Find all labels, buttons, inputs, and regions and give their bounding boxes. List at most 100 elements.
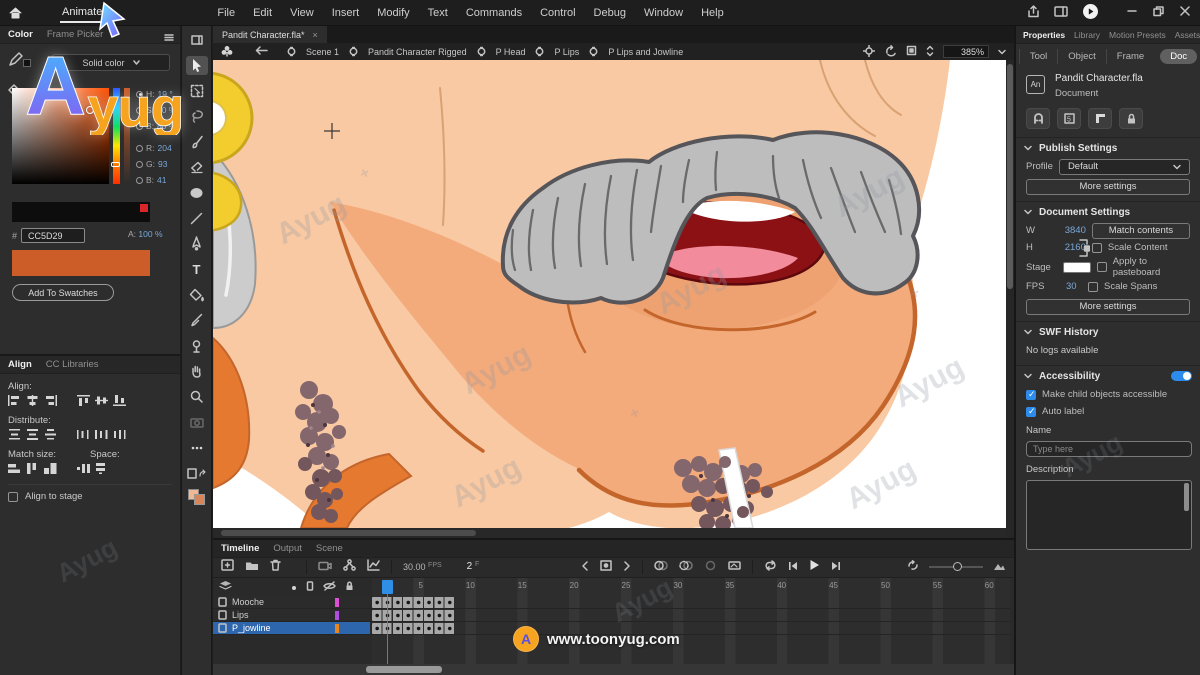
edit-multiple-frames-icon[interactable]: [704, 558, 717, 576]
color-mode-radio[interactable]: [136, 107, 143, 114]
hex-input[interactable]: CC5D29: [21, 228, 85, 243]
color-mode-radio[interactable]: [136, 123, 143, 130]
share-icon[interactable]: [1027, 5, 1040, 21]
scale-spans-checkbox[interactable]: [1088, 282, 1098, 292]
timeline-horizontal-scrollbar[interactable]: [213, 664, 1014, 675]
properties-panel-tab[interactable]: Assets: [1175, 30, 1200, 40]
collapse-chevron-icon[interactable]: [1024, 209, 1032, 215]
distribute-bottom-icon[interactable]: [44, 429, 57, 443]
menu-item[interactable]: Commands: [457, 3, 531, 23]
make-child-accessible-checkbox[interactable]: [1026, 390, 1036, 400]
stage-horizontal-scrollbar[interactable]: [213, 528, 1006, 538]
align-panel-tab[interactable]: CC Libraries: [46, 359, 99, 370]
expand-corner-icon[interactable]: [1088, 108, 1112, 129]
publish-more-settings-button[interactable]: More settings: [1026, 179, 1190, 195]
properties-subtab[interactable]: Frame: [1106, 49, 1154, 64]
layer-meta[interactable]: Mooche: [213, 596, 370, 608]
reset-timeline-zoom-icon[interactable]: [907, 558, 919, 576]
fill-stroke-color-chips[interactable]: [188, 489, 206, 505]
restore-button[interactable]: [1153, 6, 1164, 20]
align-center-horizontal-icon[interactable]: [26, 395, 39, 409]
lock-icon[interactable]: [1119, 108, 1143, 129]
layer-color-chip[interactable]: [335, 611, 339, 620]
timeline-tab[interactable]: Scene: [316, 543, 343, 554]
create-classic-tween-icon[interactable]: [728, 558, 741, 576]
camera-icon[interactable]: [318, 558, 332, 576]
collapse-chevron-icon[interactable]: [1024, 329, 1032, 335]
color-mode-radio[interactable]: [136, 161, 143, 168]
eraser-tool[interactable]: [186, 158, 208, 177]
properties-panel-tab[interactable]: Properties: [1023, 30, 1065, 40]
brush-tool[interactable]: [186, 132, 208, 151]
collapse-chevron-icon[interactable]: [1024, 145, 1032, 151]
space-horizontal-icon[interactable]: [77, 463, 90, 477]
breadcrumb-item[interactable]: P Lips and Jowline: [588, 46, 683, 57]
show-all-layers-icon[interactable]: [291, 578, 297, 596]
align-right-icon[interactable]: [44, 395, 57, 409]
color-panel-tab[interactable]: Color: [8, 29, 33, 40]
document-settings-header[interactable]: Document Settings: [1039, 207, 1130, 218]
close-button[interactable]: [1180, 6, 1190, 19]
lock-layers-icon[interactable]: [345, 578, 354, 596]
distribute-middle-icon[interactable]: [26, 429, 39, 443]
stroke-color-tool-icon[interactable]: [8, 52, 31, 72]
fps-value[interactable]: 30.00: [403, 562, 426, 572]
align-top-icon[interactable]: [77, 395, 90, 409]
collapse-chevron-icon[interactable]: [1024, 373, 1032, 379]
playhead[interactable]: [382, 580, 392, 594]
layer-parenting-icon[interactable]: [343, 558, 356, 576]
new-folder-icon[interactable]: [245, 558, 259, 576]
link-wh-icon[interactable]: [1078, 238, 1090, 258]
menu-item[interactable]: Debug: [585, 3, 635, 23]
zoom-dropdown-icon[interactable]: [998, 47, 1006, 57]
zoom-tool[interactable]: [186, 387, 208, 406]
scale-content-checkbox[interactable]: [1092, 243, 1102, 253]
keyframe-strip[interactable]: [372, 623, 455, 634]
layer-color-chip[interactable]: [335, 598, 339, 607]
timeline-tab[interactable]: Timeline: [221, 543, 259, 554]
menu-item[interactable]: Control: [531, 3, 584, 23]
breadcrumb-item[interactable]: P Lips: [534, 46, 579, 57]
step-forward-icon[interactable]: [623, 558, 631, 576]
properties-subtab[interactable]: Tool: [1019, 49, 1057, 64]
home-icon[interactable]: [0, 7, 30, 19]
play-button[interactable]: [809, 558, 820, 576]
center-frame-icon[interactable]: [600, 558, 612, 576]
accessibility-toggle[interactable]: [1171, 371, 1192, 381]
breadcrumb-item[interactable]: Scene 1: [286, 46, 339, 57]
layer-row[interactable]: Mooche: [213, 596, 1010, 609]
layer-name[interactable]: Mooche: [232, 597, 264, 607]
camera-tool[interactable]: [186, 413, 208, 432]
publish-settings-header[interactable]: Publish Settings: [1039, 143, 1117, 154]
eyedropper-tool[interactable]: [186, 311, 208, 330]
edit-symbols-icon[interactable]: [221, 45, 233, 59]
onion-skin-icon[interactable]: [654, 558, 668, 576]
history-steps-icon[interactable]: 5: [1057, 108, 1081, 129]
distribute-right-icon[interactable]: [113, 429, 126, 443]
workspace-icon[interactable]: [1054, 6, 1068, 20]
properties-subtab[interactable]: Doc: [1160, 49, 1197, 64]
document-more-settings-button[interactable]: More settings: [1026, 299, 1190, 315]
hue-slider[interactable]: [113, 88, 120, 184]
align-to-stage-checkbox[interactable]: [8, 492, 18, 502]
align-left-icon[interactable]: [8, 395, 21, 409]
properties-panel-tab[interactable]: Library: [1074, 30, 1100, 40]
menu-item[interactable]: Modify: [368, 3, 418, 23]
document-tab[interactable]: Pandit Character.fla* ×: [213, 26, 327, 43]
saturation-brightness-picker[interactable]: [12, 88, 109, 184]
align-panel-tab[interactable]: Align: [8, 359, 32, 370]
match-both-icon[interactable]: [44, 463, 57, 477]
step-back-icon[interactable]: [581, 558, 589, 576]
layer-color-chip[interactable]: [335, 624, 339, 633]
apply-pasteboard-checkbox[interactable]: [1097, 262, 1107, 272]
align-bottom-icon[interactable]: [113, 395, 126, 409]
back-arrow-icon[interactable]: [255, 46, 268, 57]
space-vertical-icon[interactable]: [95, 463, 108, 477]
next-frame-icon[interactable]: [831, 558, 841, 576]
menu-item[interactable]: Window: [635, 3, 692, 23]
match-width-icon[interactable]: [8, 463, 21, 477]
layer-meta[interactable]: P_jowline: [213, 622, 370, 634]
asset-warp-tool[interactable]: [186, 336, 208, 355]
text-tool[interactable]: T: [186, 260, 208, 279]
zoom-stepper[interactable]: [926, 45, 934, 59]
